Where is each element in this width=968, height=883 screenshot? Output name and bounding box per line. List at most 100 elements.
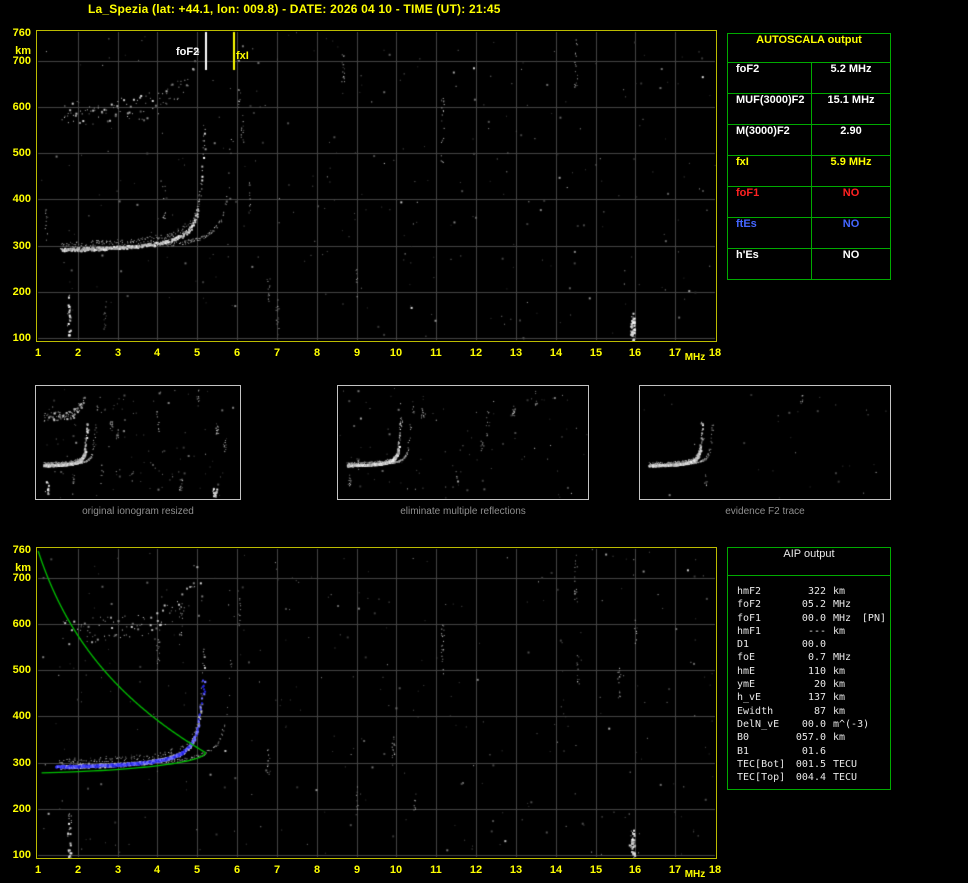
thumbnail-evidence-f2-trace-canvas — [640, 386, 890, 499]
ionogram-canvas-main — [37, 31, 716, 341]
autoscala-output-rows: foF2 5.2 MHz MUF(3000)F2 15.1 MHz M(3000)F2 2… — [728, 62, 890, 279]
autoscala-row-ftEs: ftEs NO — [728, 217, 890, 248]
x-tick-label: 15 — [589, 347, 603, 359]
aip-param-note: [PN] — [861, 612, 886, 624]
thumbnail-caption-eliminate: eliminate multiple reflections — [400, 506, 526, 517]
aip-param-unit: km — [833, 665, 846, 677]
aip-param-value: 20 — [813, 679, 826, 691]
aip-row-TEC[Top]: TEC[Top] 004.4 TECU — [728, 772, 890, 785]
x-tick-label: 4 — [153, 864, 161, 876]
aip-row-ymE: ymE 20 km — [728, 679, 890, 692]
thumbnail-caption-evidence: evidence F2 trace — [725, 506, 805, 517]
aip-param-value: 322 — [807, 586, 826, 597]
autoscala-param-name: M(3000)F2 — [728, 125, 812, 155]
aip-row-B1: B1 01.6 — [728, 746, 890, 759]
aip-param-name: foE — [737, 652, 756, 664]
thumbnail-caption-original: original ionogram resized — [82, 506, 194, 517]
autoscala-row-MUF(3000)F2: MUF(3000)F2 15.1 MHz — [728, 93, 890, 124]
y-tick-label: 600 — [12, 101, 31, 113]
aip-param-value: 87 — [813, 705, 826, 717]
aip-output-title: AIP output — [728, 548, 890, 576]
y-tick-label: 760 — [12, 544, 31, 556]
autoscala-param-name: MUF(3000)F2 — [728, 94, 812, 124]
aip-row-foF2: foF2 05.2 MHz — [728, 599, 890, 612]
aip-row-foF1: foF1 00.0 MHz [PN] — [728, 613, 890, 626]
aip-param-value: --- — [807, 625, 826, 637]
autoscala-param-value: 2.90 — [840, 125, 862, 137]
aip-row-foE: foE 0.7 MHz — [728, 652, 890, 665]
x-tick-label: 13 — [509, 347, 523, 359]
autoscala-row-h'Es: h'Es NO — [728, 248, 890, 279]
autoscala-row-M(3000)F2: M(3000)F2 2.90 — [728, 124, 890, 155]
aip-param-unit: m^(-3) — [833, 718, 870, 730]
autoscala-param-value: NO — [842, 218, 860, 230]
autoscala-row-foF1: foF1 NO — [728, 186, 890, 217]
autoscala-param-name: h'Es — [728, 249, 812, 279]
aip-param-unit: km — [833, 586, 846, 597]
y-axis-unit-label: km — [15, 562, 31, 574]
x-axis-unit-label: MHz — [684, 352, 706, 363]
aip-param-unit — [826, 639, 833, 652]
x-tick-label: 10 — [389, 347, 403, 359]
x-tick-label: 5 — [193, 347, 201, 359]
autoscala-param-name: ftEs — [728, 218, 812, 248]
fxi-marker-label: fxI — [236, 50, 249, 62]
aip-param-unit: MHz — [833, 612, 852, 624]
aip-param-unit: km — [833, 679, 846, 691]
aip-row-hmF1: hmF1 --- km — [728, 626, 890, 639]
x-tick-label: 4 — [153, 347, 161, 359]
autoscala-param-name: foF1 — [728, 187, 812, 217]
aip-param-value: 137 — [807, 692, 826, 704]
y-tick-label: 600 — [12, 618, 31, 630]
aip-param-unit: MHz — [833, 652, 852, 664]
aip-param-unit: km — [833, 625, 846, 637]
aip-param-value: 110 — [807, 665, 826, 677]
y-tick-label: 500 — [12, 664, 31, 676]
x-tick-label: 6 — [233, 864, 241, 876]
ionogram-canvas-aip — [37, 548, 716, 858]
aip-row-D1: D1 00.0 — [728, 639, 890, 652]
y-tick-label: 200 — [12, 286, 31, 298]
aip-param-value: 00.0 — [801, 612, 826, 624]
aip-param-unit: km — [833, 732, 846, 744]
thumbnail-original-ionogram — [35, 385, 241, 500]
aip-param-name: Ewidth — [737, 705, 774, 717]
aip-param-name: hmE — [737, 665, 756, 677]
aip-param-value: 057.0 — [795, 732, 826, 744]
x-tick-label: 7 — [273, 347, 281, 359]
fof2-marker-label: foF2 — [176, 46, 200, 58]
thumbnail-original-ionogram-canvas — [36, 386, 240, 499]
aip-param-name: B0 — [737, 732, 750, 744]
ionogram-plot-aip — [36, 547, 717, 859]
x-tick-label: 14 — [549, 864, 563, 876]
autoscala-output-title: AUTOSCALA output — [756, 34, 862, 46]
autoscala-param-value: NO — [842, 187, 860, 199]
aip-param-name: hmF1 — [737, 625, 762, 637]
x-tick-label: 7 — [273, 864, 281, 876]
thumbnail-eliminate-reflections — [337, 385, 589, 500]
aip-row-Ewidth: Ewidth 87 km — [728, 706, 890, 719]
aip-param-name: B1 — [737, 745, 750, 757]
aip-output-panel: AIP output hmF2 322 km foF2 05.2 MHz foF1 00.0 M… — [727, 547, 891, 790]
aip-param-name: D1 — [737, 639, 750, 651]
autoscala-row-fxI: fxI 5.9 MHz — [728, 155, 890, 186]
aip-param-name: DelN_vE — [737, 718, 780, 730]
autoscala-param-value: NO — [842, 249, 860, 261]
x-axis-unit-label: MHz — [684, 869, 706, 880]
y-tick-label: 100 — [12, 332, 31, 344]
x-tick-label: 15 — [589, 864, 603, 876]
x-tick-label: 16 — [628, 864, 642, 876]
y-tick-label: 300 — [12, 240, 31, 252]
x-tick-label: 3 — [114, 864, 122, 876]
aip-param-name: foF2 — [737, 599, 762, 611]
x-tick-label: 9 — [353, 347, 361, 359]
x-tick-label: 8 — [313, 347, 321, 359]
aip-param-value: 00.0 — [801, 718, 826, 730]
autoscala-param-name: fxI — [728, 156, 812, 186]
aip-param-unit: MHz — [833, 599, 852, 611]
x-tick-label: 11 — [430, 864, 442, 876]
aip-param-unit: km — [833, 692, 846, 704]
aip-param-name: TEC[Top] — [737, 772, 786, 784]
aip-param-value: 05.2 — [801, 599, 826, 611]
autoscala-output-panel: AUTOSCALA output foF2 5.2 MHz MUF(3000)F2 1… — [727, 33, 891, 280]
